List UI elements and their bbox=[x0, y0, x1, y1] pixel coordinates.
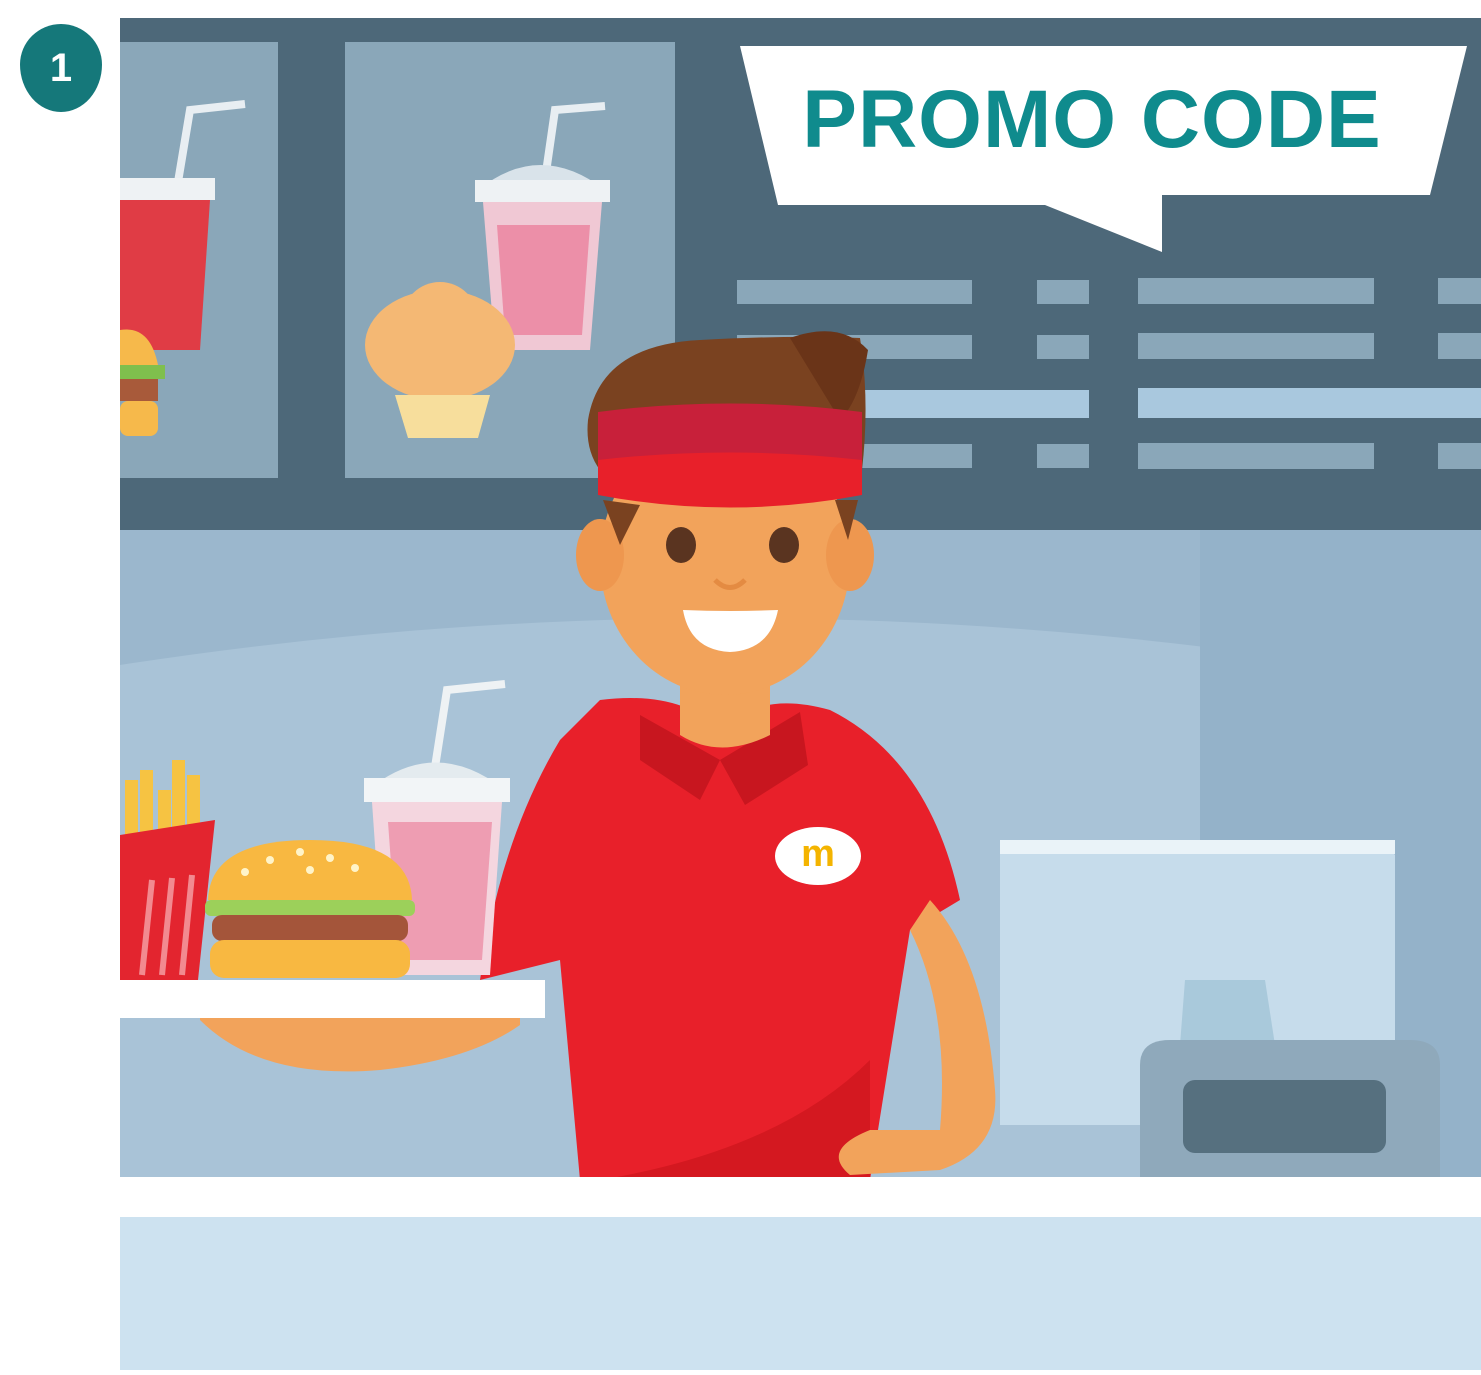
fast-food-scene: PROMO CODE m bbox=[0, 0, 1481, 1370]
menu-lines-highlight bbox=[860, 388, 1481, 418]
burger-icon bbox=[205, 840, 415, 978]
counter-top bbox=[120, 1177, 1481, 1217]
scene-illustration bbox=[120, 18, 1481, 1370]
promo-code-text: PROMO CODE bbox=[802, 74, 1382, 165]
uniform-logo: m bbox=[801, 832, 835, 875]
step-number: 1 bbox=[49, 45, 73, 90]
counter-front bbox=[120, 1217, 1481, 1370]
receipt-printer bbox=[1140, 1040, 1440, 1180]
